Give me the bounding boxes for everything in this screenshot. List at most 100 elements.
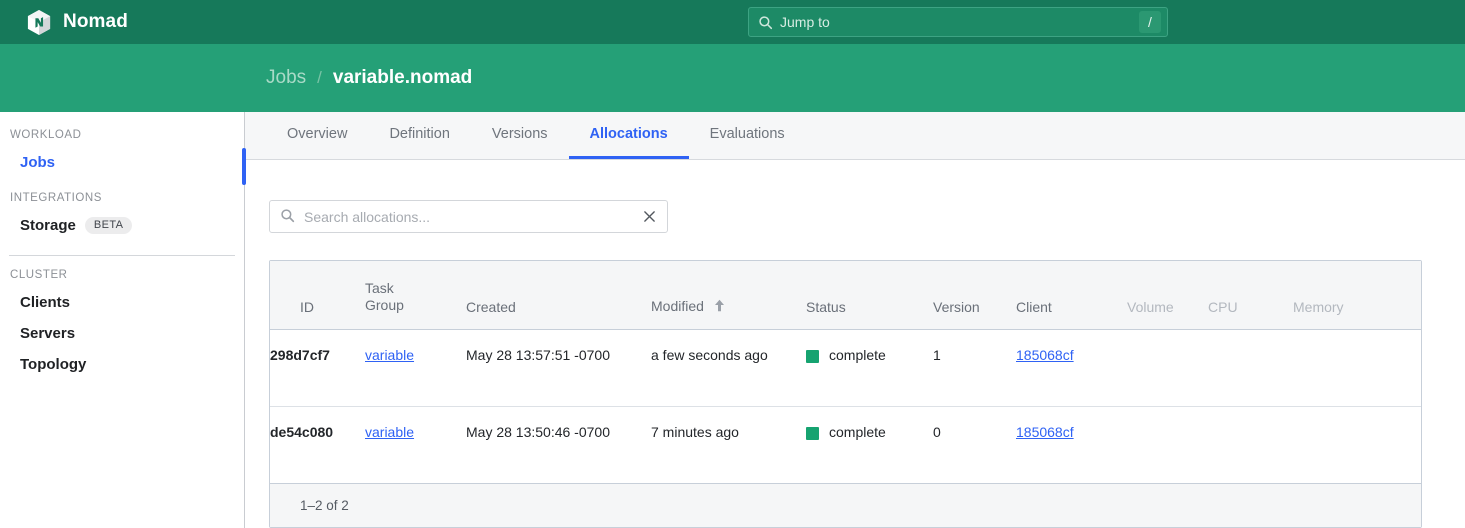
cell-volume bbox=[1127, 406, 1208, 483]
column-header-memory: Memory bbox=[1293, 261, 1421, 329]
cell-cpu bbox=[1208, 329, 1293, 406]
sidebar-item-storage[interactable]: Storage BETA bbox=[0, 210, 244, 241]
column-label-line2: Group bbox=[365, 297, 466, 314]
client-link[interactable]: 185068cf bbox=[1016, 424, 1074, 440]
sidebar-group-integrations: INTEGRATIONS Storage BETA bbox=[0, 192, 244, 241]
cell-status: complete bbox=[806, 329, 933, 406]
column-label: Memory bbox=[1293, 299, 1344, 315]
tab-label: Overview bbox=[287, 126, 347, 142]
sidebar-group-cluster: CLUSTER Clients Servers Topology bbox=[0, 269, 244, 380]
cell-status: complete bbox=[806, 406, 933, 483]
page-body: WORKLOAD Jobs INTEGRATIONS Storage BETA … bbox=[0, 112, 1465, 528]
jump-to-placeholder: Jump to bbox=[780, 14, 1139, 30]
column-label: Created bbox=[466, 299, 516, 315]
column-label: CPU bbox=[1208, 299, 1238, 315]
sidebar-item-label: Clients bbox=[20, 294, 70, 311]
table-row[interactable]: 298d7cf7 variable May 28 13:57:51 -0700 … bbox=[270, 329, 1421, 406]
breadcrumb-separator: / bbox=[317, 68, 322, 88]
brand[interactable]: Nomad bbox=[0, 9, 128, 36]
status-label: complete bbox=[829, 422, 886, 444]
status-indicator-icon bbox=[806, 350, 819, 363]
sidebar-section-title-cluster: CLUSTER bbox=[0, 269, 244, 281]
status-label: complete bbox=[829, 345, 886, 367]
search-icon bbox=[280, 208, 295, 226]
column-header-created[interactable]: Created bbox=[466, 261, 651, 329]
tab-versions[interactable]: Versions bbox=[471, 112, 569, 159]
allocations-table-container: ID Task Group Created Modified bbox=[269, 260, 1422, 528]
jump-to-shortcut-badge: / bbox=[1139, 11, 1161, 33]
tab-label: Versions bbox=[492, 126, 548, 142]
breadcrumb: Jobs / variable.nomad bbox=[0, 67, 472, 89]
task-group-link[interactable]: variable bbox=[365, 347, 414, 363]
sidebar-item-topology[interactable]: Topology bbox=[0, 349, 244, 380]
cell-memory bbox=[1293, 406, 1421, 483]
cell-version: 0 bbox=[933, 406, 1016, 483]
status-indicator-icon bbox=[806, 427, 819, 440]
cell-modified: 7 minutes ago bbox=[651, 406, 806, 483]
cell-memory bbox=[1293, 329, 1421, 406]
allocations-panel: Search allocations... ID bbox=[245, 160, 1465, 528]
cell-cpu bbox=[1208, 406, 1293, 483]
tab-label: Definition bbox=[389, 126, 449, 142]
sidebar-group-workload: WORKLOAD Jobs bbox=[0, 129, 244, 178]
cell-client: 185068cf bbox=[1016, 406, 1127, 483]
allocations-table: ID Task Group Created Modified bbox=[270, 261, 1421, 484]
status-badge: complete bbox=[806, 345, 933, 367]
brand-name: Nomad bbox=[63, 11, 128, 33]
breadcrumb-jobs-link[interactable]: Jobs bbox=[266, 67, 306, 89]
tab-overview[interactable]: Overview bbox=[266, 112, 368, 159]
column-label: ID bbox=[300, 299, 314, 315]
column-label: Status bbox=[806, 299, 846, 315]
sidebar: WORKLOAD Jobs INTEGRATIONS Storage BETA … bbox=[0, 112, 245, 528]
column-label: Client bbox=[1016, 299, 1052, 315]
column-header-modified[interactable]: Modified bbox=[651, 261, 806, 329]
sidebar-section-title-workload: WORKLOAD bbox=[0, 129, 244, 141]
search-allocations-placeholder: Search allocations... bbox=[304, 209, 640, 225]
column-header-id[interactable]: ID bbox=[270, 261, 365, 329]
cell-client: 185068cf bbox=[1016, 329, 1127, 406]
sidebar-item-jobs[interactable]: Jobs bbox=[0, 147, 244, 178]
tab-definition[interactable]: Definition bbox=[368, 112, 470, 159]
cell-task-group: variable bbox=[365, 329, 466, 406]
sidebar-item-clients[interactable]: Clients bbox=[0, 287, 244, 318]
cell-version: 1 bbox=[933, 329, 1016, 406]
column-header-cpu: CPU bbox=[1208, 261, 1293, 329]
cell-modified: a few seconds ago bbox=[651, 329, 806, 406]
cell-created: May 28 13:50:46 -0700 bbox=[466, 406, 651, 483]
sidebar-item-servers[interactable]: Servers bbox=[0, 318, 244, 349]
column-label: Version bbox=[933, 299, 980, 315]
column-header-status[interactable]: Status bbox=[806, 261, 933, 329]
tab-label: Evaluations bbox=[710, 126, 785, 142]
arrow-up-icon bbox=[714, 299, 725, 315]
sidebar-divider bbox=[9, 255, 235, 256]
status-badge: complete bbox=[806, 422, 933, 444]
close-icon[interactable] bbox=[640, 208, 658, 226]
beta-badge: BETA bbox=[85, 217, 133, 234]
tab-label: Allocations bbox=[590, 126, 668, 142]
tab-evaluations[interactable]: Evaluations bbox=[689, 112, 806, 159]
column-label-line1: Task bbox=[365, 280, 466, 297]
sidebar-item-label: Servers bbox=[20, 325, 75, 342]
client-link[interactable]: 185068cf bbox=[1016, 347, 1074, 363]
page-title: variable.nomad bbox=[333, 67, 472, 89]
sidebar-item-label: Topology bbox=[20, 356, 86, 373]
search-allocations-field[interactable]: Search allocations... bbox=[269, 200, 668, 233]
task-group-link[interactable]: variable bbox=[365, 424, 414, 440]
tab-allocations[interactable]: Allocations bbox=[569, 112, 689, 159]
jump-to-search[interactable]: Jump to / bbox=[748, 7, 1168, 37]
pagination-summary: 1–2 of 2 bbox=[270, 484, 1421, 527]
cell-created: May 28 13:57:51 -0700 bbox=[466, 329, 651, 406]
column-label: Volume bbox=[1127, 299, 1174, 315]
column-header-version[interactable]: Version bbox=[933, 261, 1016, 329]
table-header-row: ID Task Group Created Modified bbox=[270, 261, 1421, 329]
column-header-task-group[interactable]: Task Group bbox=[365, 261, 466, 329]
cell-id: de54c080 bbox=[270, 406, 365, 483]
job-tabs: Overview Definition Versions Allocations… bbox=[245, 112, 1465, 160]
search-icon bbox=[758, 15, 773, 30]
nomad-cube-logo-icon bbox=[26, 9, 52, 36]
page-subheader: Jobs / variable.nomad bbox=[0, 44, 1465, 112]
cell-id: 298d7cf7 bbox=[270, 329, 365, 406]
column-header-client[interactable]: Client bbox=[1016, 261, 1127, 329]
table-row[interactable]: de54c080 variable May 28 13:50:46 -0700 … bbox=[270, 406, 1421, 483]
sidebar-active-indicator bbox=[242, 148, 246, 185]
